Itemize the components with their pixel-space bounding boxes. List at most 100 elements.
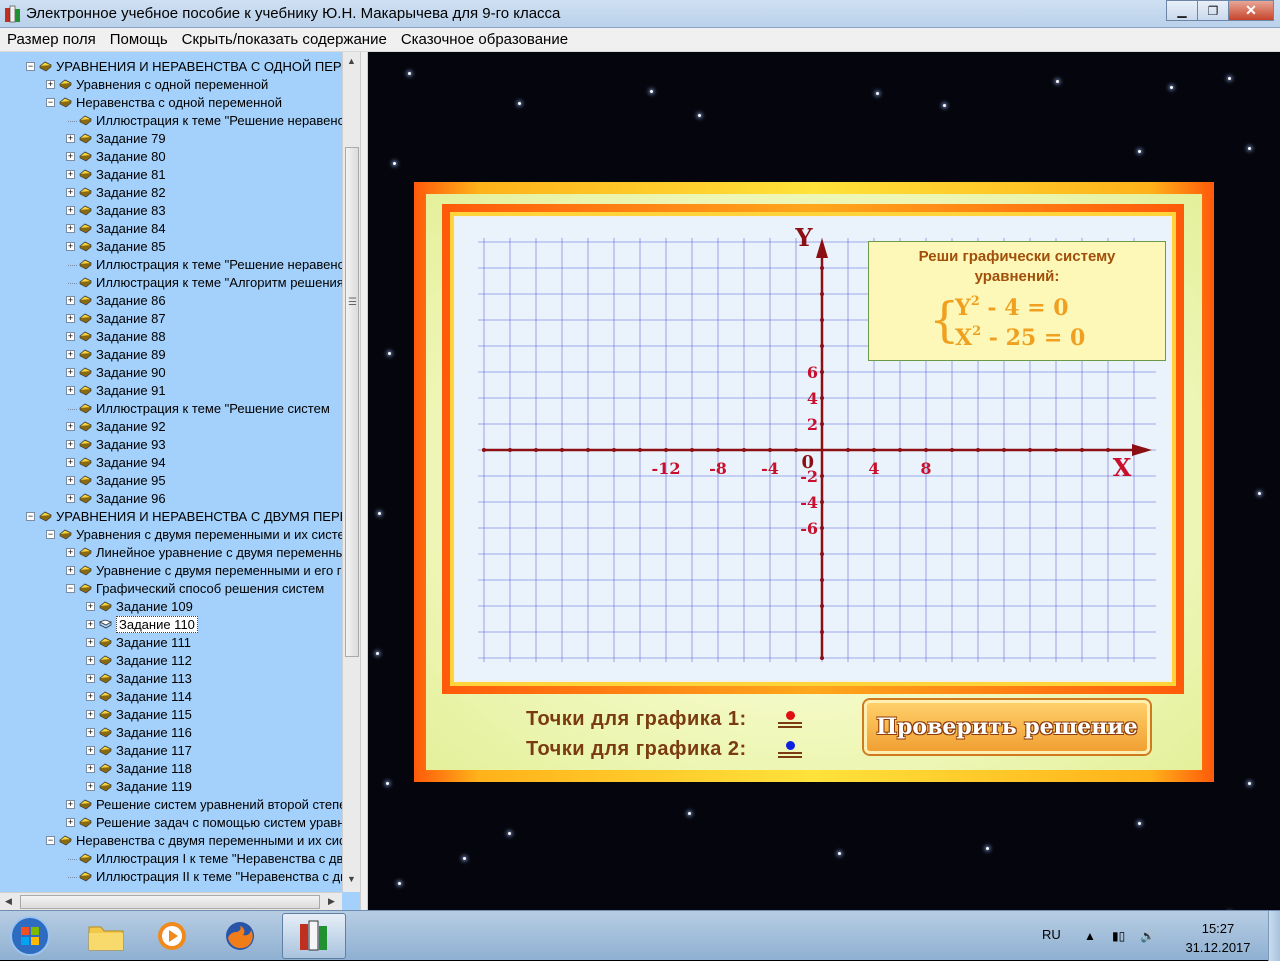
scroll-up-icon[interactable]: ▲ xyxy=(347,56,356,66)
minimize-button[interactable]: ▁ xyxy=(1166,0,1198,21)
tree-item[interactable]: Иллюстрация I к теме "Неравенства с двум… xyxy=(0,850,360,868)
scroll-right-icon[interactable]: ▶ xyxy=(328,896,335,907)
tree-item[interactable]: + Задание 114 xyxy=(0,688,342,706)
expand-icon[interactable]: + xyxy=(66,206,75,215)
tree-item[interactable]: + Задание 92 xyxy=(0,418,342,436)
tree-item[interactable]: + Задание 109 xyxy=(0,598,342,616)
taskbar-textbook-app[interactable] xyxy=(282,913,346,959)
expand-icon[interactable]: + xyxy=(86,602,95,611)
check-solution-button[interactable]: Проверить решение xyxy=(864,700,1150,754)
expand-icon[interactable]: + xyxy=(66,458,75,467)
expand-icon[interactable]: + xyxy=(66,134,75,143)
tree-item[interactable]: + Задание 88 xyxy=(0,328,342,346)
network-icon[interactable]: ▮▯ xyxy=(1112,929,1125,943)
volume-icon[interactable]: 🔊 xyxy=(1140,929,1155,943)
tree-item[interactable]: − Графический способ решения систем xyxy=(0,580,342,598)
tree-item[interactable]: + Задание 117 xyxy=(0,742,342,760)
expand-icon[interactable]: + xyxy=(46,80,55,89)
tree-item[interactable]: + Задание 119 xyxy=(0,778,342,796)
expand-icon[interactable]: + xyxy=(66,422,75,431)
panel-splitter[interactable] xyxy=(360,52,368,910)
tree-item[interactable]: + Задание 83 xyxy=(0,202,342,220)
tree-item[interactable]: + Задание 115 xyxy=(0,706,342,724)
expand-icon[interactable]: + xyxy=(66,188,75,197)
tree-item[interactable]: − Неравенства с двумя переменными и их си… xyxy=(0,832,360,850)
menu-field-size[interactable]: Размер поля xyxy=(0,31,103,48)
tree-item[interactable]: + Задание 81 xyxy=(0,166,342,184)
expand-icon[interactable]: + xyxy=(66,476,75,485)
tree-item[interactable]: − УРАВНЕНИЯ И НЕРАВЕНСТВА С ОДНОЙ ПЕРЕМЕН… xyxy=(0,58,360,76)
tree-item[interactable]: + Задание 87 xyxy=(0,310,342,328)
menu-toggle-contents[interactable]: Скрыть/показать содержание xyxy=(175,31,394,48)
tree-scroll-thumb[interactable] xyxy=(345,147,359,657)
tree-item[interactable]: + Задание 79 xyxy=(0,130,342,148)
tree-item[interactable]: + Задание 82 xyxy=(0,184,342,202)
tree-item[interactable]: + Задание 110 xyxy=(0,616,342,634)
expand-icon[interactable]: + xyxy=(66,224,75,233)
tree-item[interactable]: − Уравнения с двумя переменными и их сист… xyxy=(0,526,360,544)
expand-icon[interactable]: + xyxy=(66,152,75,161)
system-clock[interactable]: 15:27 31.12.2017 xyxy=(1170,919,1266,957)
scroll-left-icon[interactable]: ◀ xyxy=(5,896,12,907)
expand-icon[interactable]: + xyxy=(66,296,75,305)
scroll-down-icon[interactable]: ▼ xyxy=(347,874,356,884)
collapse-icon[interactable]: − xyxy=(26,62,35,71)
tree-item[interactable]: Иллюстрация к теме "Решение неравенств xyxy=(0,256,357,274)
tree-item[interactable]: + Уравнения с одной переменной xyxy=(0,76,342,94)
tree-item[interactable]: + Решение задач с помощью систем уравнени… xyxy=(0,814,360,832)
contents-tree[interactable]: − УРАВНЕНИЯ И НЕРАВЕНСТВА С ОДНОЙ ПЕРЕМЕН… xyxy=(0,52,360,910)
tree-item[interactable]: + Уравнение с двумя переменными и его гра… xyxy=(0,562,360,580)
language-indicator[interactable]: RU xyxy=(1042,927,1061,942)
menu-fairy-education[interactable]: Сказочное образование xyxy=(394,31,575,48)
expand-icon[interactable]: + xyxy=(66,350,75,359)
taskbar-media-player[interactable] xyxy=(140,913,204,959)
tray-expand-icon[interactable]: ▲ xyxy=(1084,929,1096,943)
tree-item[interactable]: − УРАВНЕНИЯ И НЕРАВЕНСТВА С ДВУМЯ ПЕРЕМЕН… xyxy=(0,508,360,526)
expand-icon[interactable]: + xyxy=(86,656,95,665)
expand-icon[interactable]: + xyxy=(66,818,75,827)
graph-1-point-selector[interactable] xyxy=(778,708,802,730)
tree-item[interactable]: + Задание 86 xyxy=(0,292,342,310)
expand-icon[interactable]: + xyxy=(86,710,95,719)
tree-item[interactable]: + Задание 90 xyxy=(0,364,342,382)
expand-icon[interactable]: + xyxy=(86,620,95,629)
collapse-icon[interactable]: − xyxy=(46,530,55,539)
tree-item[interactable]: Иллюстрация к теме "Алгоритм решения xyxy=(0,274,344,292)
collapse-icon[interactable]: − xyxy=(46,836,55,845)
expand-icon[interactable]: + xyxy=(86,746,95,755)
tree-item[interactable]: + Задание 111 xyxy=(0,634,342,652)
tree-item[interactable]: + Задание 80 xyxy=(0,148,342,166)
expand-icon[interactable]: + xyxy=(66,386,75,395)
expand-icon[interactable]: + xyxy=(66,800,75,809)
collapse-icon[interactable]: − xyxy=(26,512,35,521)
expand-icon[interactable]: + xyxy=(86,728,95,737)
maximize-button[interactable]: ❐ xyxy=(1197,0,1229,21)
close-button[interactable]: ✕ xyxy=(1228,0,1274,21)
taskbar-firefox[interactable] xyxy=(208,913,272,959)
tree-item[interactable]: + Задание 96 xyxy=(0,490,342,508)
expand-icon[interactable]: + xyxy=(66,368,75,377)
tree-hscroll-thumb[interactable] xyxy=(20,895,320,909)
coordinate-plane[interactable]: -12 -8 -4 4 8 6 4 2 -2 -4 -6 0 X Y Реши графически си… xyxy=(454,216,1172,682)
collapse-icon[interactable]: − xyxy=(46,98,55,107)
expand-icon[interactable]: + xyxy=(86,764,95,773)
tree-item[interactable]: + Задание 84 xyxy=(0,220,342,238)
expand-icon[interactable]: + xyxy=(86,782,95,791)
window-titlebar[interactable]: Электронное учебное пособие к учебнику Ю… xyxy=(0,0,1280,28)
expand-icon[interactable]: + xyxy=(86,674,95,683)
expand-icon[interactable]: + xyxy=(66,314,75,323)
tree-item[interactable]: + Линейное уравнение с двумя переменными xyxy=(0,544,360,562)
tree-item[interactable]: + Задание 118 xyxy=(0,760,342,778)
tree-vertical-scrollbar[interactable]: ▲ ☰ ▼ xyxy=(342,52,360,892)
tree-item[interactable]: Иллюстрация II к теме "Неравенства с дву… xyxy=(0,868,360,886)
tree-item[interactable]: + Задание 112 xyxy=(0,652,342,670)
taskbar-explorer[interactable] xyxy=(74,913,138,959)
expand-icon[interactable]: + xyxy=(86,692,95,701)
expand-icon[interactable]: + xyxy=(66,242,75,251)
tree-item[interactable]: Иллюстрация к теме "Решение неравенств xyxy=(0,112,357,130)
expand-icon[interactable]: + xyxy=(66,548,75,557)
tree-item[interactable]: + Задание 116 xyxy=(0,724,342,742)
expand-icon[interactable]: + xyxy=(66,566,75,575)
expand-icon[interactable]: + xyxy=(86,638,95,647)
tree-item[interactable]: + Задание 113 xyxy=(0,670,342,688)
